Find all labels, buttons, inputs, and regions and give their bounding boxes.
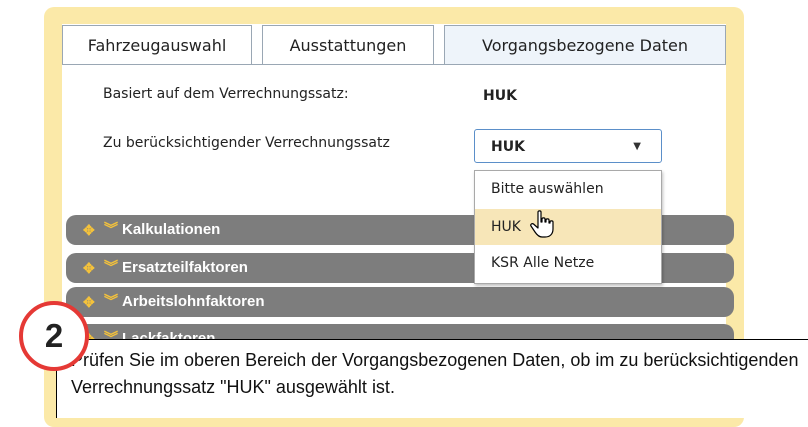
move-icon[interactable]: ✥ — [83, 253, 95, 283]
move-icon[interactable]: ✥ — [83, 215, 95, 245]
section-label: Ersatzteilfaktoren — [122, 259, 248, 276]
instruction-text: Prüfen Sie im oberen Bereich der Vorgang… — [71, 350, 799, 397]
step-badge: 2 — [19, 301, 89, 371]
instruction-callout: Prüfen Sie im oberen Bereich der Vorgang… — [56, 339, 808, 418]
section-label: Arbeitslohnfaktoren — [122, 293, 265, 310]
section-arbeitslohnfaktoren[interactable]: ✥ ︾ Arbeitslohnfaktoren — [66, 287, 734, 317]
hand-cursor-icon — [530, 210, 554, 238]
tab-divider — [62, 64, 726, 65]
section-label: Kalkulationen — [122, 221, 221, 238]
rate-select-value: HUK — [491, 139, 525, 155]
rate-label: Zu berücksichtigender Verrechnungssatz — [103, 135, 390, 151]
dropdown-option-bitte-auswaehlen[interactable]: Bitte auswählen — [475, 171, 661, 207]
based-on-value: HUK — [483, 88, 517, 104]
move-icon[interactable]: ✥ — [83, 287, 95, 317]
tab-vorgangsbezogene-daten[interactable]: Vorgangsbezogene Daten — [444, 25, 726, 65]
rate-select[interactable]: HUK ▼ — [474, 129, 662, 163]
tab-ausstattungen[interactable]: Ausstattungen — [262, 25, 434, 65]
dropdown-option-huk[interactable]: HUK — [475, 209, 661, 245]
based-on-label: Basiert auf dem Verrechnungssatz: — [103, 86, 349, 102]
rate-dropdown-list: Bitte auswählen HUK KSR Alle Netze — [474, 170, 662, 284]
expand-chevron-icon[interactable]: ︾ — [104, 286, 118, 316]
chevron-down-icon: ▼ — [633, 141, 641, 152]
expand-chevron-icon[interactable]: ︾ — [104, 252, 118, 282]
expand-chevron-icon[interactable]: ︾ — [104, 214, 118, 244]
tab-fahrzeugauswahl[interactable]: Fahrzeugauswahl — [62, 25, 252, 65]
dropdown-option-ksr-alle-netze[interactable]: KSR Alle Netze — [475, 245, 661, 281]
